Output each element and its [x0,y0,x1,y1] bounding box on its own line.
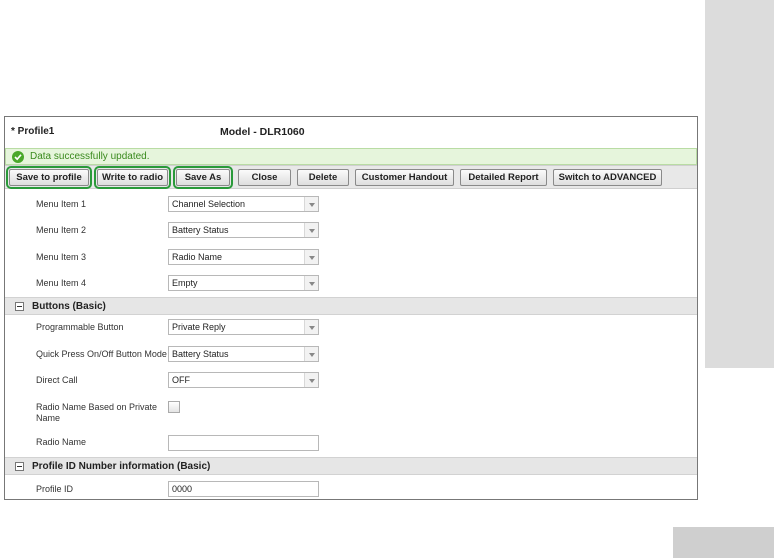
delete-button[interactable]: Delete [297,169,349,186]
profile-id-section-title: Profile ID Number information (Basic) [32,461,211,472]
radio-name-input[interactable] [168,435,319,451]
quick-press-select[interactable]: Battery Status [168,346,319,362]
profile-id-value: 0000 [172,484,193,494]
programmable-button-label: Programmable Button [36,322,124,332]
direct-call-label: Direct Call [36,375,78,385]
menu-item-1-label: Menu Item 1 [36,199,87,209]
dropdown-arrow-icon[interactable] [304,223,318,237]
dropdown-arrow-icon[interactable] [304,373,318,387]
menu-item-1-select[interactable]: Channel Selection [168,196,319,212]
menu-item-2-select[interactable]: Battery Status [168,222,319,238]
radio-name-label: Radio Name [36,437,87,447]
buttons-section-header[interactable]: Buttons (Basic) [5,297,697,315]
detailed-report-button[interactable]: Detailed Report [460,169,547,186]
menu-item-3-label: Menu Item 3 [36,252,87,262]
menu-item-4-select[interactable]: Empty [168,275,319,291]
dropdown-arrow-icon[interactable] [304,347,318,361]
menu-item-3-select[interactable]: Radio Name [168,249,319,265]
direct-call-value: OFF [172,375,190,385]
profile-name: * Profile1 [11,126,55,137]
save-as-button[interactable]: Save As [173,166,233,189]
quick-press-label: Quick Press On/Off Button Mode [36,349,167,359]
menu-item-2-label: Menu Item 2 [36,225,87,235]
close-button[interactable]: Close [238,169,291,186]
save-to-profile-button[interactable]: Save to profile [6,166,92,189]
programmable-button-value: Private Reply [172,322,226,332]
menu-item-2-value: Battery Status [172,225,229,235]
menu-item-4-label: Menu Item 4 [36,278,87,288]
model-title: Model - DLR1060 [220,126,305,138]
success-banner: Data successfully updated. [5,148,697,165]
menu-item-4-value: Empty [172,278,198,288]
menu-item-3-value: Radio Name [172,252,223,262]
switch-to-advanced-button[interactable]: Switch to ADVANCED [553,169,662,186]
collapse-minus-icon[interactable] [15,462,24,471]
profile-id-section-header[interactable]: Profile ID Number information (Basic) [5,457,697,475]
title-bar: * Profile1 Model - DLR1060 [5,117,697,145]
collapse-minus-icon[interactable] [15,302,24,311]
radio-name-private-checkbox[interactable] [168,401,180,413]
success-message: Data successfully updated. [30,151,150,162]
customer-handout-button[interactable]: Customer Handout [355,169,454,186]
side-tab-decoration [705,0,774,368]
menu-item-1-value: Channel Selection [172,199,246,209]
programmable-button-select[interactable]: Private Reply [168,319,319,335]
dropdown-arrow-icon[interactable] [304,250,318,264]
profile-editor-window: * Profile1 Model - DLR1060 Data successf… [4,116,698,500]
dropdown-arrow-icon[interactable] [304,276,318,290]
dropdown-arrow-icon[interactable] [304,197,318,211]
page-tab-decoration [673,527,774,558]
profile-id-input[interactable]: 0000 [168,481,319,497]
radio-name-private-label: Radio Name Based on Private Name [36,402,158,423]
dropdown-arrow-icon[interactable] [304,320,318,334]
write-to-radio-button[interactable]: Write to radio [94,166,171,189]
quick-press-value: Battery Status [172,349,229,359]
profile-id-label: Profile ID [36,484,74,494]
direct-call-select[interactable]: OFF [168,372,319,388]
toolbar: Save to profile Write to radio Save As C… [5,165,697,189]
buttons-section-title: Buttons (Basic) [32,301,106,312]
check-circle-icon [12,151,24,163]
